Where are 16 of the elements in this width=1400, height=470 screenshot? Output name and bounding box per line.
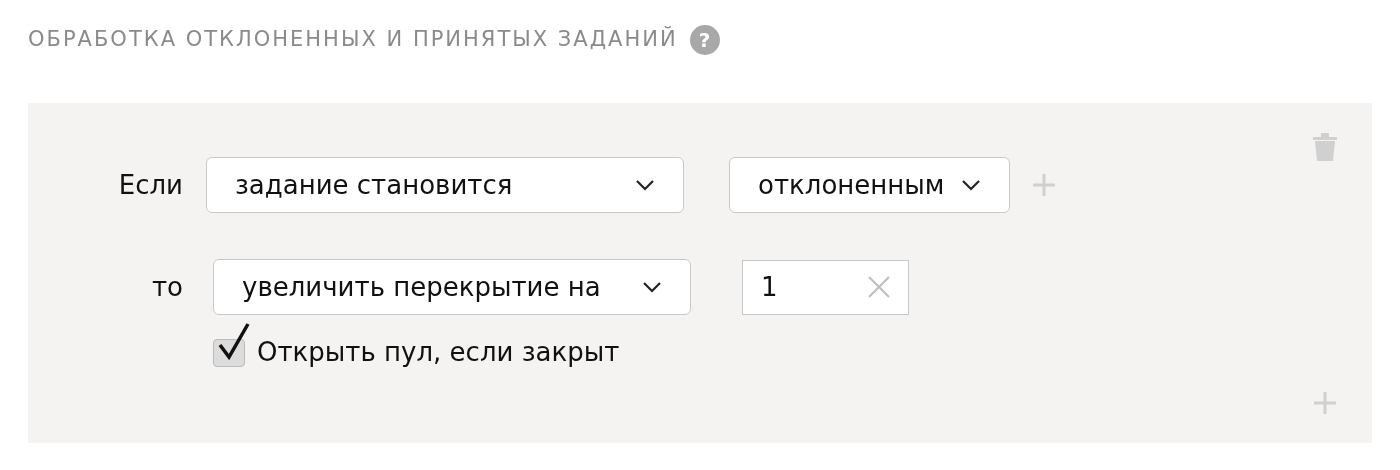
- chevron-down-icon: [635, 179, 655, 191]
- chevron-down-icon: [961, 179, 981, 191]
- action-label: то: [150, 270, 183, 304]
- action-select[interactable]: увеличить перекрытие на: [213, 259, 691, 315]
- checkbox-label: Открыть пул, если закрыт: [257, 337, 620, 367]
- chevron-down-icon: [642, 281, 662, 293]
- add-icon[interactable]: [1032, 173, 1056, 197]
- amount-field[interactable]: 1: [742, 259, 909, 315]
- clear-icon[interactable]: [868, 276, 890, 298]
- checkbox[interactable]: [213, 321, 251, 367]
- add-icon[interactable]: [1313, 391, 1337, 415]
- condition-label: Если: [117, 168, 183, 202]
- section-title: ОБРАБОТКА ОТКЛОНЕННЫХ И ПРИНЯТЫХ ЗАДАНИЙ: [28, 25, 678, 54]
- trash-icon[interactable]: [1313, 133, 1337, 161]
- state-select[interactable]: отклоненным: [729, 157, 1010, 213]
- condition-select[interactable]: задание становится: [206, 157, 684, 213]
